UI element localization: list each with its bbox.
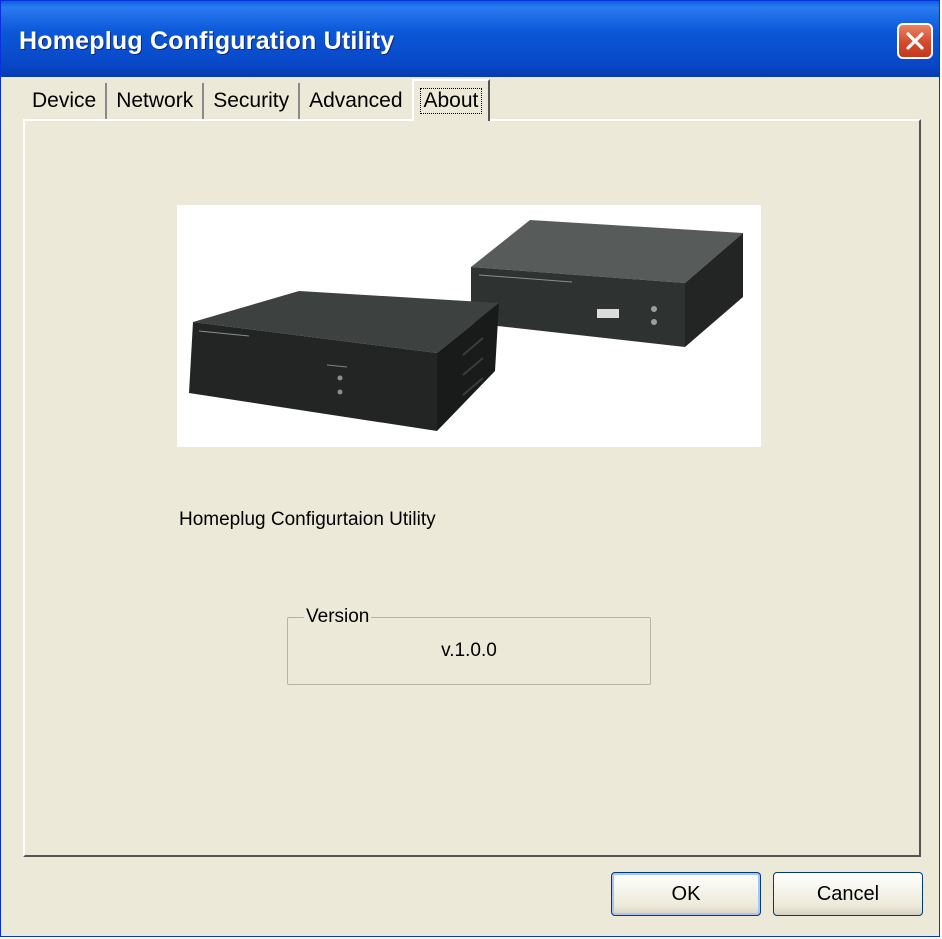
tab-security-label: Security	[213, 89, 290, 112]
tab-device-label: Device	[32, 89, 97, 112]
dialog-window: Homeplug Configuration Utility Device Ne…	[0, 0, 940, 937]
tab-network[interactable]: Network	[107, 83, 205, 119]
cancel-button[interactable]: Cancel	[773, 872, 923, 916]
window-title: Homeplug Configuration Utility	[19, 27, 395, 55]
tab-about[interactable]: About	[411, 79, 491, 121]
dialog-client-area: Device Network Security Advanced About H…	[5, 77, 935, 932]
version-value: v.1.0.0	[441, 640, 497, 661]
tab-advanced[interactable]: Advanced	[300, 83, 411, 119]
tab-network-label: Network	[116, 89, 194, 112]
version-groupbox: Version v.1.0.0	[287, 606, 651, 685]
close-button[interactable]	[897, 23, 933, 59]
product-photo	[177, 205, 761, 447]
close-icon	[906, 32, 924, 50]
about-tab-panel: Homeplug Configurtaion Utility Version v…	[23, 119, 921, 857]
tab-about-label: About	[419, 88, 483, 114]
tab-advanced-label: Advanced	[309, 89, 403, 112]
title-bar[interactable]: Homeplug Configuration Utility	[1, 1, 939, 77]
product-name-text: Homeplug Configurtaion Utility	[179, 509, 436, 530]
tab-device[interactable]: Device	[23, 83, 108, 119]
tab-strip: Device Network Security Advanced About	[23, 79, 491, 121]
tab-security[interactable]: Security	[204, 83, 301, 119]
version-group-label: Version	[304, 606, 372, 628]
ok-button[interactable]: OK	[611, 872, 761, 916]
